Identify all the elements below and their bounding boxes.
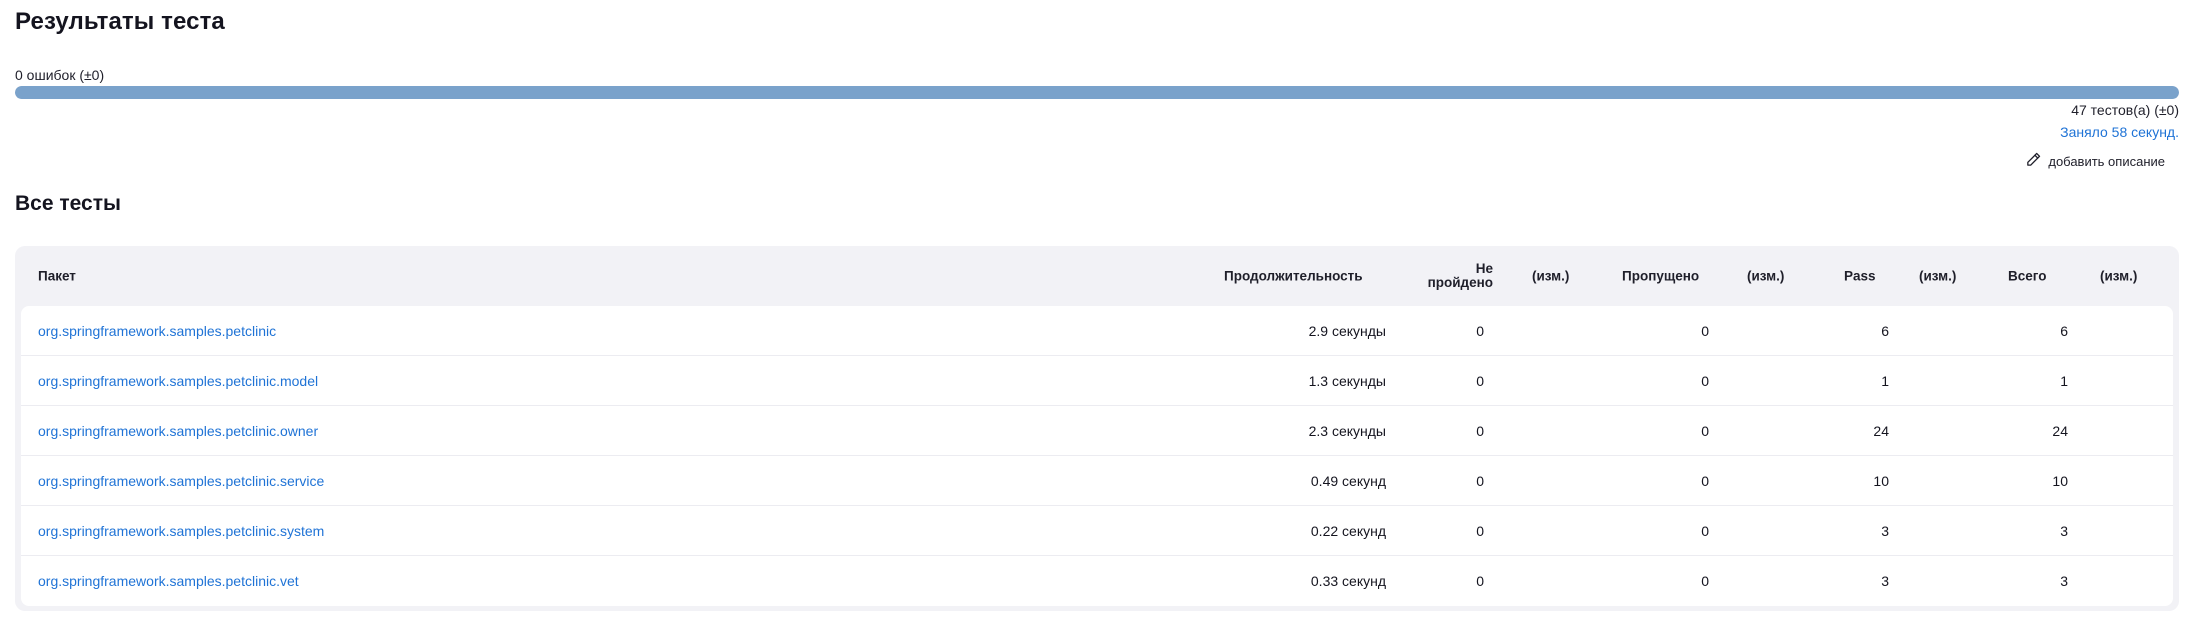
column-header-pass[interactable]: Pass (1844, 269, 1876, 284)
failed-cell: 0 (1476, 422, 1484, 439)
column-header-failed-line2: пройдено (1427, 275, 1493, 290)
add-description-label: добавить описание (2048, 153, 2165, 169)
pass-cell: 3 (1881, 522, 1889, 539)
pass-cell: 24 (1873, 422, 1889, 439)
table-body: org.springframework.samples.petclinic 2.… (21, 306, 2173, 606)
failures-summary: 0 ошибок (±0) (15, 67, 105, 83)
column-header-total[interactable]: Всего (2008, 269, 2046, 284)
column-header-duration[interactable]: Продолжительность (1224, 269, 1363, 284)
duration-link[interactable]: Заняло 58 секунд. (2060, 124, 2179, 140)
total-cell: 1 (2060, 372, 2068, 389)
total-cell: 3 (2060, 522, 2068, 539)
progress-bar-pass-fill (15, 86, 2179, 99)
duration-cell: 0.49 секунд (1310, 472, 1386, 489)
skipped-cell: 0 (1701, 522, 1709, 539)
failed-cell: 0 (1476, 522, 1484, 539)
pass-cell: 3 (1881, 573, 1889, 589)
add-description-button[interactable]: добавить описание (2025, 151, 2165, 171)
table-row: org.springframework.samples.petclinic 2.… (21, 306, 2173, 356)
tests-table: Пакет Продолжительность Не пройдено (изм… (15, 246, 2179, 611)
duration-cell: 2.3 секунды (1308, 422, 1386, 439)
skipped-cell: 0 (1701, 322, 1709, 339)
column-header-total-diff[interactable]: (изм.) (2100, 269, 2137, 284)
skipped-cell: 0 (1701, 472, 1709, 489)
column-header-failed-line1: Не (1475, 261, 1493, 276)
pencil-icon (2025, 151, 2042, 171)
pass-cell: 6 (1881, 322, 1889, 339)
package-link[interactable]: org.springframework.samples.petclinic.mo… (38, 373, 318, 389)
table-row: org.springframework.samples.petclinic.mo… (21, 356, 2173, 406)
page-title: Результаты теста (15, 8, 225, 35)
package-link[interactable]: org.springframework.samples.petclinic.sy… (38, 523, 324, 539)
skipped-cell: 0 (1701, 372, 1709, 389)
tests-count-summary: 47 тестов(а) (±0) (2071, 102, 2179, 118)
total-cell: 10 (2052, 472, 2068, 489)
duration-cell: 1.3 секунды (1308, 372, 1386, 389)
column-header-pass-diff[interactable]: (изм.) (1919, 269, 1956, 284)
failed-cell: 0 (1476, 322, 1484, 339)
column-header-skipped-diff[interactable]: (изм.) (1747, 269, 1784, 284)
total-cell: 6 (2060, 322, 2068, 339)
table-row: org.springframework.samples.petclinic.ve… (21, 556, 2173, 606)
table-header-row: Пакет Продолжительность Не пройдено (изм… (21, 246, 2173, 306)
table-row: org.springframework.samples.petclinic.se… (21, 456, 2173, 506)
failed-cell: 0 (1476, 573, 1484, 589)
duration-cell: 0.33 секунд (1310, 573, 1386, 589)
package-link[interactable]: org.springframework.samples.petclinic.ve… (38, 573, 299, 589)
table-row: org.springframework.samples.petclinic.sy… (21, 506, 2173, 556)
column-header-failed[interactable]: Не пройдено (1413, 262, 1493, 290)
total-cell: 24 (2052, 422, 2068, 439)
package-link[interactable]: org.springframework.samples.petclinic.se… (38, 473, 324, 489)
column-header-package[interactable]: Пакет (38, 269, 76, 284)
pass-cell: 10 (1873, 472, 1889, 489)
package-link[interactable]: org.springframework.samples.petclinic (38, 323, 276, 339)
skipped-cell: 0 (1701, 573, 1709, 589)
duration-cell: 2.9 секунды (1308, 322, 1386, 339)
failed-cell: 0 (1476, 372, 1484, 389)
pass-cell: 1 (1881, 372, 1889, 389)
test-progress-bar (15, 86, 2179, 99)
column-header-skipped[interactable]: Пропущено (1622, 269, 1699, 284)
table-row: org.springframework.samples.petclinic.ow… (21, 406, 2173, 456)
column-header-failed-diff[interactable]: (изм.) (1532, 269, 1569, 284)
failed-cell: 0 (1476, 472, 1484, 489)
duration-cell: 0.22 секунд (1310, 522, 1386, 539)
package-link[interactable]: org.springframework.samples.petclinic.ow… (38, 423, 318, 439)
all-tests-heading: Все тесты (15, 192, 121, 215)
total-cell: 3 (2060, 573, 2068, 589)
skipped-cell: 0 (1701, 422, 1709, 439)
